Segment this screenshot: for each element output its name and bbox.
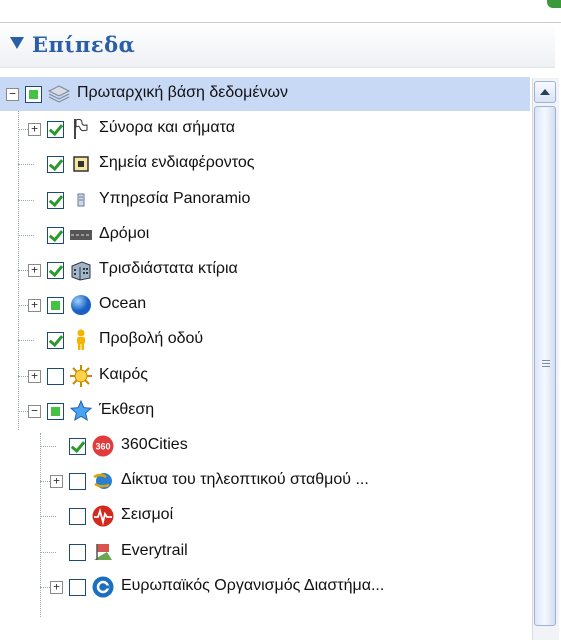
layers-panel-header[interactable]: Επίπεδα (0, 23, 555, 68)
layer-visibility-checkbox[interactable] (47, 191, 64, 209)
expand-plus-icon[interactable]: + (28, 264, 41, 277)
layer-visibility-checkbox[interactable] (47, 226, 64, 244)
layer-row[interactable]: Υπηρεσία Panoramio (0, 183, 530, 217)
expand-plus-icon[interactable]: + (28, 123, 41, 137)
layer-row[interactable]: + Τρισδιάστατα κτίρια (0, 253, 530, 287)
layer-visibility-checkbox[interactable] (69, 508, 86, 526)
tree-connector (40, 551, 56, 553)
layer-row[interactable]: Δρόμοι (0, 218, 530, 252)
scroll-up-button[interactable] (534, 81, 556, 103)
layer-label: Καιρός (99, 365, 148, 383)
layer-label: Σημεία ενδιαφέροντος (99, 154, 255, 172)
layer-visibility-checkbox[interactable] (69, 473, 86, 491)
layers-icon (47, 82, 71, 106)
road-icon (69, 223, 93, 247)
flag-icon (69, 117, 93, 141)
layer-label: Έκθεση (99, 400, 155, 418)
360cities-icon: 360 (91, 434, 115, 458)
layer-label: Πρωταρχική βάση δεδομένων (77, 84, 289, 101)
layer-visibility-checkbox[interactable] (47, 156, 64, 174)
layer-row[interactable]: Σεισμοί (0, 499, 530, 533)
layer-label: Σεισμοί (121, 506, 174, 524)
collapse-minus-icon[interactable]: − (28, 404, 41, 418)
esa-icon (91, 575, 115, 599)
layer-visibility-checkbox[interactable] (47, 121, 64, 139)
tree-connector (18, 199, 34, 201)
toolbar-corner-accent (547, 0, 561, 8)
layer-label: Δρόμοι (99, 224, 150, 242)
panoramio-icon (69, 188, 93, 212)
tree-connector (18, 340, 34, 342)
tree-connector (40, 446, 56, 447)
earthquake-icon (91, 504, 115, 528)
layer-label: Προβολή οδού (99, 330, 204, 348)
tree-connector (40, 516, 56, 518)
layers-panel-title: Επίπεδα (32, 32, 136, 57)
layers-tree: − Πρωταρχική βάση δεδομένων + Σύνορα και σή… (0, 77, 530, 640)
layer-visibility-checkbox[interactable] (69, 543, 86, 561)
weather-sun-icon (69, 364, 93, 388)
layer-row[interactable]: Everytrail (0, 535, 530, 569)
layer-row[interactable]: + Δίκτυα του τηλεοπτικού σταθμού ... (0, 464, 530, 498)
tree-connector (18, 234, 34, 236)
top-toolbar-strip (0, 0, 561, 23)
star-icon (69, 399, 93, 423)
layer-visibility-checkbox[interactable] (69, 438, 86, 455)
layer-label: Ευρωπαϊκός Οργανισμός Διαστήμα... (121, 576, 385, 594)
layer-visibility-checkbox[interactable] (47, 402, 64, 420)
layer-label: Δίκτυα του τηλεοπτικού σταθμού ... (121, 471, 369, 489)
ocean-globe-icon (69, 293, 93, 317)
layer-row[interactable]: Προβολή οδού (0, 323, 530, 357)
thumb-grip-line (542, 366, 550, 367)
layer-visibility-checkbox[interactable] (47, 262, 64, 279)
tv-network-icon (91, 469, 115, 493)
collapse-triangle-icon[interactable] (10, 37, 24, 49)
layer-label: 360Cities (121, 436, 188, 453)
layer-label: Ocean (99, 295, 147, 313)
layer-visibility-checkbox[interactable] (25, 86, 42, 103)
vertical-scrollbar[interactable] (532, 78, 559, 640)
layer-visibility-checkbox[interactable] (47, 367, 64, 385)
thumb-grip-line (542, 360, 550, 361)
svg-text:360: 360 (95, 442, 110, 452)
expand-plus-icon[interactable]: + (50, 475, 63, 489)
layer-label: Τρισδιάστατα κτίρια (99, 260, 238, 277)
layer-row[interactable]: 360 360Cities (0, 429, 530, 463)
layer-visibility-checkbox[interactable] (69, 578, 86, 596)
layer-label: Υπηρεσία Panoramio (99, 189, 251, 207)
thumb-grip-line (542, 363, 550, 364)
layer-row[interactable]: + Ocean (0, 288, 530, 322)
poi-icon (69, 152, 93, 176)
everytrail-icon (91, 540, 115, 564)
layer-label: Everytrail (121, 541, 188, 559)
layer-row[interactable]: + Καιρός (0, 359, 530, 393)
layer-row[interactable]: + Σύνορα και σήματα (0, 112, 530, 146)
layer-row[interactable]: Σημεία ενδιαφέροντος (0, 147, 530, 181)
layer-visibility-checkbox[interactable] (47, 332, 64, 350)
expand-plus-icon[interactable]: + (50, 580, 63, 594)
layer-label: Σύνορα και σήματα (99, 119, 235, 137)
expand-plus-icon[interactable]: + (28, 369, 41, 383)
layer-row[interactable]: + Ευρωπαϊκός Οργανισμός Διαστήμα... (0, 570, 530, 604)
scrollbar-thumb[interactable] (534, 106, 556, 626)
layer-row[interactable]: − Έκθεση (0, 394, 530, 428)
layer-visibility-checkbox[interactable] (47, 297, 64, 315)
collapse-minus-icon[interactable]: − (6, 88, 19, 101)
building-icon (69, 258, 93, 282)
layer-row[interactable]: − Πρωταρχική βάση δεδομένων (0, 77, 530, 111)
pegman-icon (69, 328, 93, 352)
expand-plus-icon[interactable]: + (28, 299, 41, 313)
tree-connector (18, 164, 34, 166)
